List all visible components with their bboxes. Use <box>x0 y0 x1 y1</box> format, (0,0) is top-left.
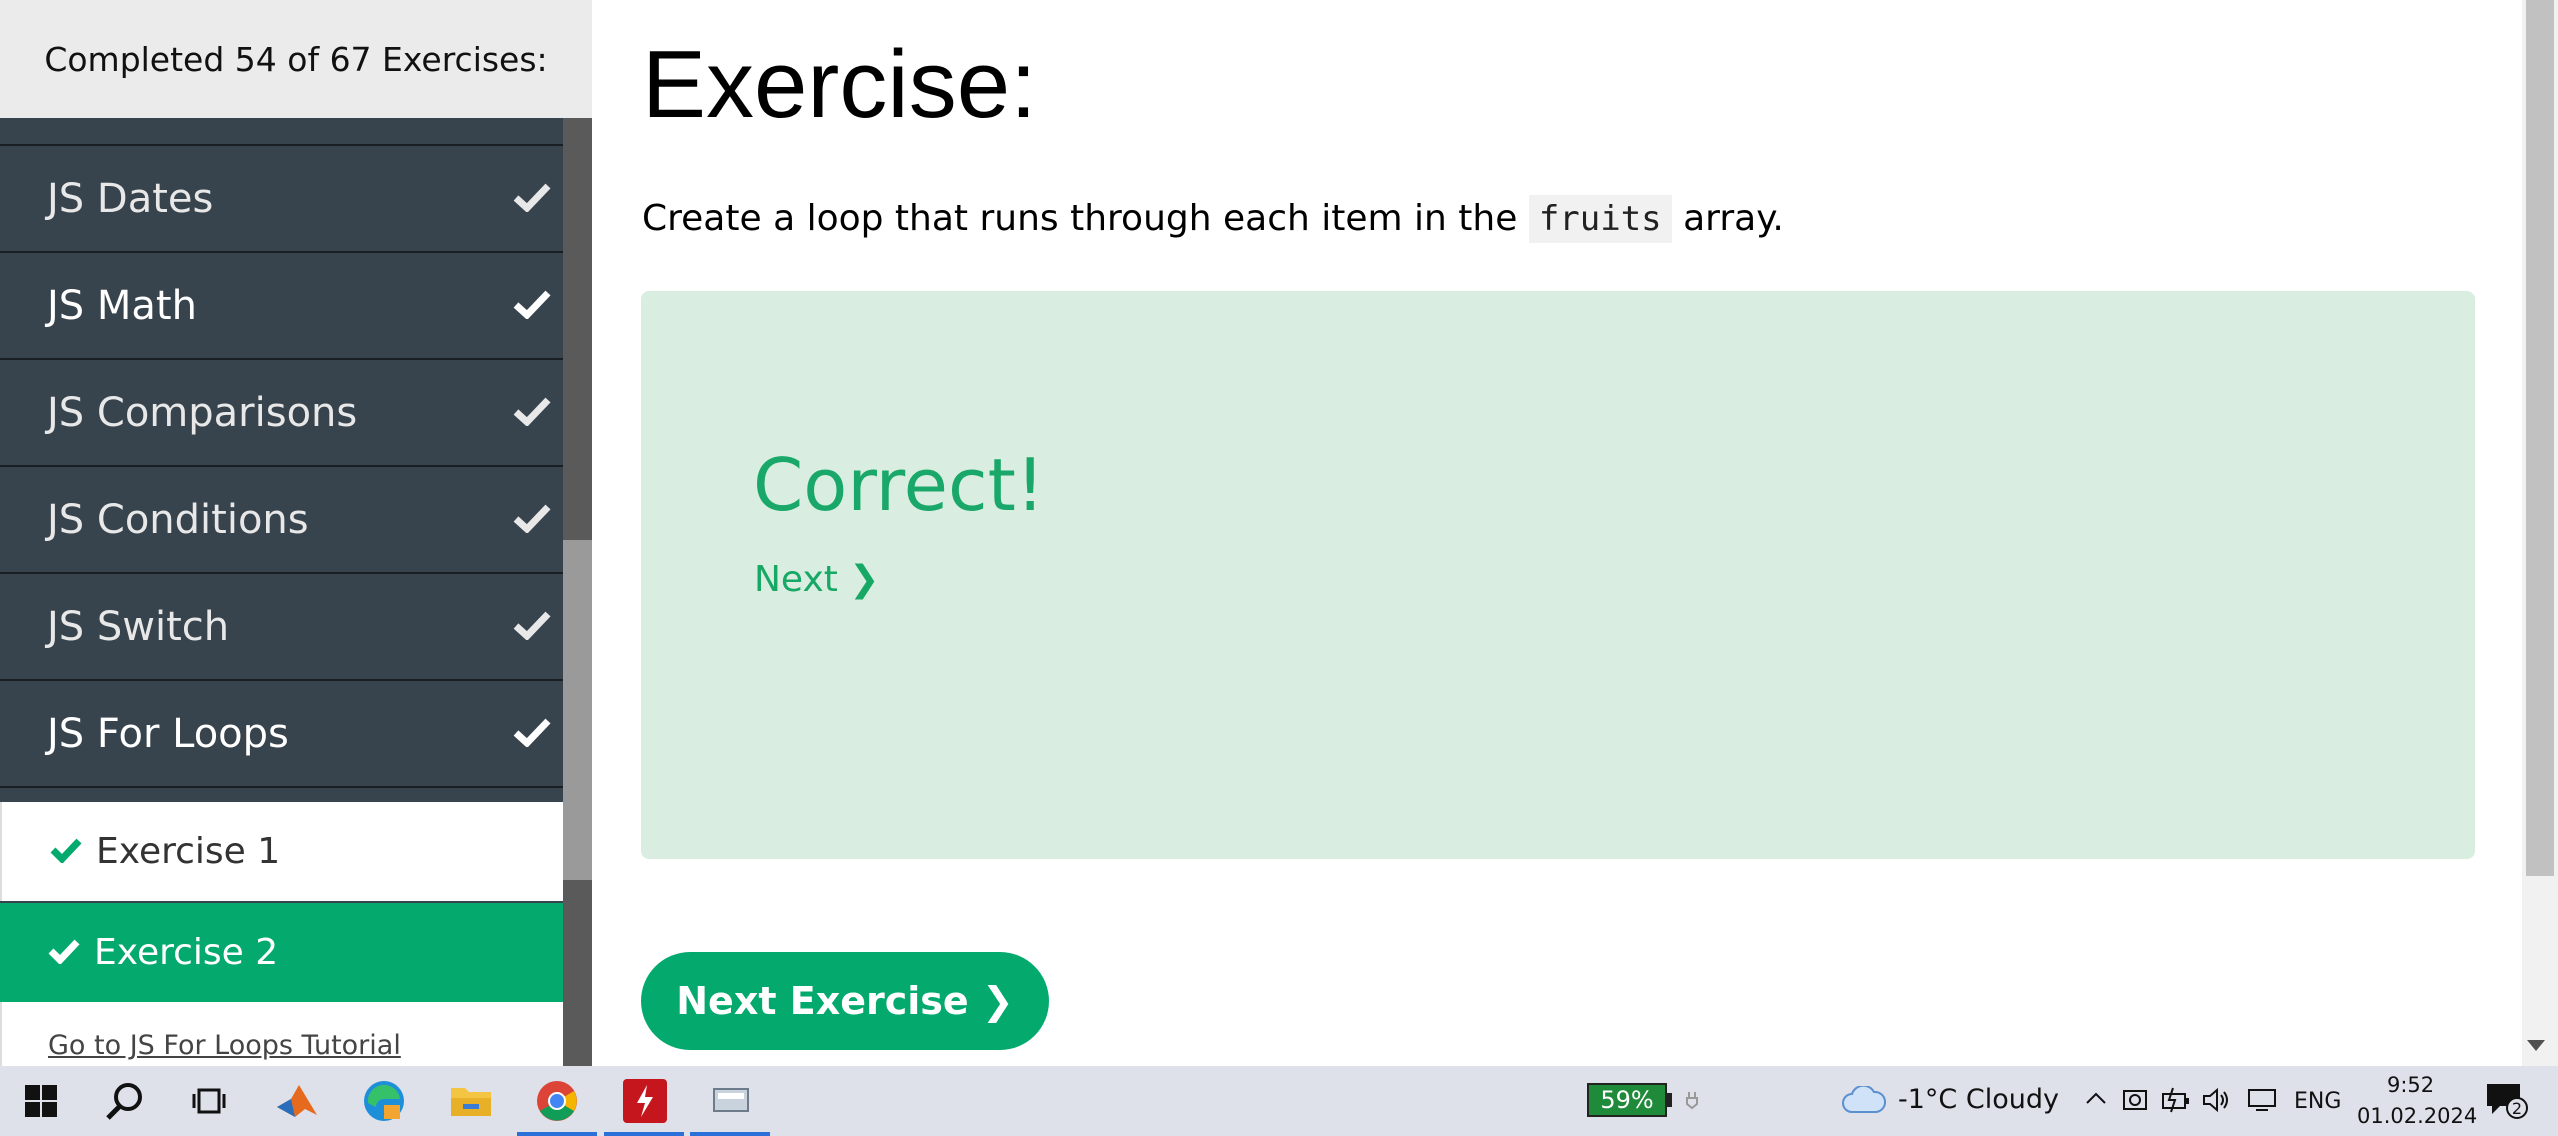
clock-time[interactable]: 9:52 <box>2387 1073 2434 1097</box>
sub-item-label: Exercise 1 <box>96 831 281 872</box>
result-title: Correct! <box>753 443 1045 527</box>
sub-item-label: Exercise 2 <box>94 932 279 973</box>
menu-item-label: JS Dates <box>47 175 214 222</box>
sub-item-exercise-2[interactable]: Exercise 2 <box>0 903 563 1002</box>
completion-status: Completed 54 of 67 Exercises: <box>44 39 548 79</box>
check-icon <box>513 610 551 644</box>
menu-item-previous[interactable] <box>0 118 563 146</box>
battery-indicator[interactable]: 59% <box>1587 1083 1667 1117</box>
file-explorer-icon[interactable] <box>444 1074 498 1128</box>
menu-item-js-conditions[interactable]: JS Conditions <box>0 467 563 574</box>
volume-icon[interactable] <box>2201 1086 2231 1118</box>
menu-item-label: JS For Loops <box>47 710 289 757</box>
scroll-down-arrow-icon[interactable] <box>2527 1040 2545 1051</box>
check-icon <box>513 182 551 216</box>
cloud-icon <box>1842 1085 1886 1113</box>
menu-item-label: JS Switch <box>47 603 230 650</box>
page-title: Exercise: <box>642 31 1037 138</box>
sidebar-header: Completed 54 of 67 Exercises: <box>0 0 592 118</box>
check-icon <box>50 837 82 867</box>
result-panel: Correct! Next ❯ <box>641 291 2475 859</box>
weather-widget[interactable]: -1°C Cloudy <box>1842 1084 2059 1115</box>
tutorial-link[interactable]: Go to JS For Loops Tutorial <box>48 1030 401 1061</box>
instruction-code: fruits <box>1528 195 1672 243</box>
active-app-indicator <box>517 1132 597 1136</box>
next-exercise-button[interactable]: Next Exercise ❯ <box>641 952 1049 1050</box>
menu-item-label: JS Conditions <box>47 496 309 543</box>
tutorial-row: Go to JS For Loops Tutorial <box>0 1002 563 1066</box>
instruction-text-end: array. <box>1671 198 1784 239</box>
matlab-icon[interactable] <box>270 1074 324 1128</box>
network-icon[interactable] <box>2246 1086 2278 1118</box>
menu-item-js-switch[interactable]: JS Switch <box>0 574 563 681</box>
battery-tip <box>1667 1093 1672 1107</box>
weather-text: -1°C Cloudy <box>1898 1084 2059 1115</box>
language-indicator[interactable]: ENG <box>2294 1089 2341 1114</box>
menu-item-label: JS Math <box>47 282 197 329</box>
page-scroll-thumb[interactable] <box>2526 0 2554 876</box>
clock-date[interactable]: 01.02.2024 <box>2357 1104 2477 1128</box>
menu-item-js-for-loops[interactable]: JS For Loops <box>0 681 563 788</box>
acrobat-icon[interactable] <box>618 1074 672 1128</box>
power-plug-icon <box>1685 1090 1699 1116</box>
battery-tray-icon[interactable] <box>2161 1086 2191 1118</box>
instruction-text: Create a loop that runs through each ite… <box>642 198 1529 239</box>
windows-taskbar: 59% -1°C Cloudy ENG 9:52 01.02.2024 2 <box>0 1066 2558 1136</box>
menu-item-js-dates[interactable]: JS Dates <box>0 146 563 253</box>
active-app-indicator <box>604 1132 684 1136</box>
check-icon <box>48 938 80 968</box>
notification-count: 2 <box>2512 1099 2522 1118</box>
menu-item-js-math[interactable]: JS Math <box>0 253 563 360</box>
check-icon <box>513 289 551 323</box>
app-icon[interactable] <box>705 1074 759 1128</box>
notification-icon[interactable]: 2 <box>2484 1080 2530 1124</box>
menu-item-js-comparisons[interactable]: JS Comparisons <box>0 360 563 467</box>
check-icon <box>513 503 551 537</box>
exercise-instruction: Create a loop that runs through each ite… <box>642 195 1784 243</box>
sidebar-scroll-thumb[interactable] <box>563 540 592 880</box>
start-icon[interactable] <box>14 1074 68 1128</box>
check-icon <box>513 396 551 430</box>
task-view-icon[interactable] <box>182 1074 236 1128</box>
search-icon[interactable] <box>98 1074 152 1128</box>
security-icon[interactable] <box>2121 1086 2149 1118</box>
chevron-up-icon[interactable] <box>2085 1090 2107 1109</box>
edge-icon[interactable] <box>357 1074 411 1128</box>
exercise-main: Exercise: Create a loop that runs throug… <box>592 0 2522 1066</box>
exercise-sidebar: Completed 54 of 67 Exercises: JS Dates J… <box>0 0 592 1066</box>
active-app-indicator <box>690 1132 770 1136</box>
exercise-menu: JS Dates JS Math JS Comparisons JS Condi… <box>0 118 563 1066</box>
chrome-icon[interactable] <box>530 1074 584 1128</box>
sub-item-exercise-1[interactable]: Exercise 1 <box>0 802 563 901</box>
menu-item-label: JS Comparisons <box>47 389 358 436</box>
next-link[interactable]: Next ❯ <box>754 559 879 600</box>
check-icon <box>513 717 551 751</box>
